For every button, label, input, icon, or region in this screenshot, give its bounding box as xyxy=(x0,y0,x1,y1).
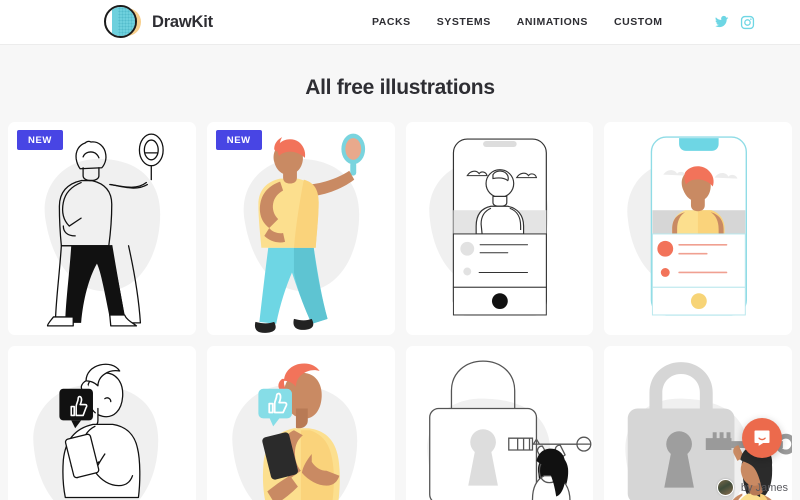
card-phone-color[interactable] xyxy=(604,122,792,335)
card-mirror-outline[interactable]: NEW xyxy=(8,122,196,335)
nav-systems[interactable]: SYSTEMS xyxy=(437,16,491,28)
twitter-icon[interactable] xyxy=(714,15,729,30)
card-padlock-outline[interactable] xyxy=(405,346,594,500)
social-links xyxy=(714,15,755,30)
instagram-icon[interactable] xyxy=(740,15,755,30)
byline-label: by James xyxy=(740,481,788,494)
brand-logo-link[interactable]: DrawKit xyxy=(103,3,213,41)
drawkit-circle-logo xyxy=(103,3,143,41)
page-title: All free illustrations xyxy=(305,76,495,99)
site-header: DrawKit PACKS SYSTEMS ANIMATIONS CUSTOM xyxy=(0,0,800,45)
byline[interactable]: by James xyxy=(716,479,788,496)
main-navigation: PACKS SYSTEMS ANIMATIONS CUSTOM xyxy=(372,0,755,44)
avatar xyxy=(716,479,734,496)
status-badge: NEW xyxy=(17,130,63,150)
nav-custom[interactable]: CUSTOM xyxy=(614,16,663,28)
phone-social-feed-outline xyxy=(428,138,548,316)
nav-packs[interactable]: PACKS xyxy=(372,16,411,28)
card-thumbsup-outline[interactable] xyxy=(8,346,196,500)
card-phone-outline[interactable] xyxy=(405,122,594,335)
card-mirror-color[interactable]: NEW xyxy=(206,122,395,335)
person-holding-mirror-outline xyxy=(44,133,164,327)
illustration-grid: NEW NEW xyxy=(8,122,792,500)
phone-social-feed-color xyxy=(627,136,748,316)
brand-name: DrawKit xyxy=(152,12,213,31)
person-phone-thumbsup-color xyxy=(232,363,357,500)
person-phone-thumbsup-outline xyxy=(33,363,159,500)
logo-dot-pattern xyxy=(118,7,135,36)
chat-bubble-icon xyxy=(754,430,770,446)
card-thumbsup-color[interactable] xyxy=(206,346,395,500)
padlock-with-key-outline xyxy=(426,360,591,500)
nav-animations[interactable]: ANIMATIONS xyxy=(517,16,588,28)
intercom-chat-button[interactable] xyxy=(742,418,782,458)
status-badge: NEW xyxy=(215,130,262,150)
person-holding-mirror-color xyxy=(243,133,365,333)
logo-outline-circle xyxy=(104,5,137,38)
